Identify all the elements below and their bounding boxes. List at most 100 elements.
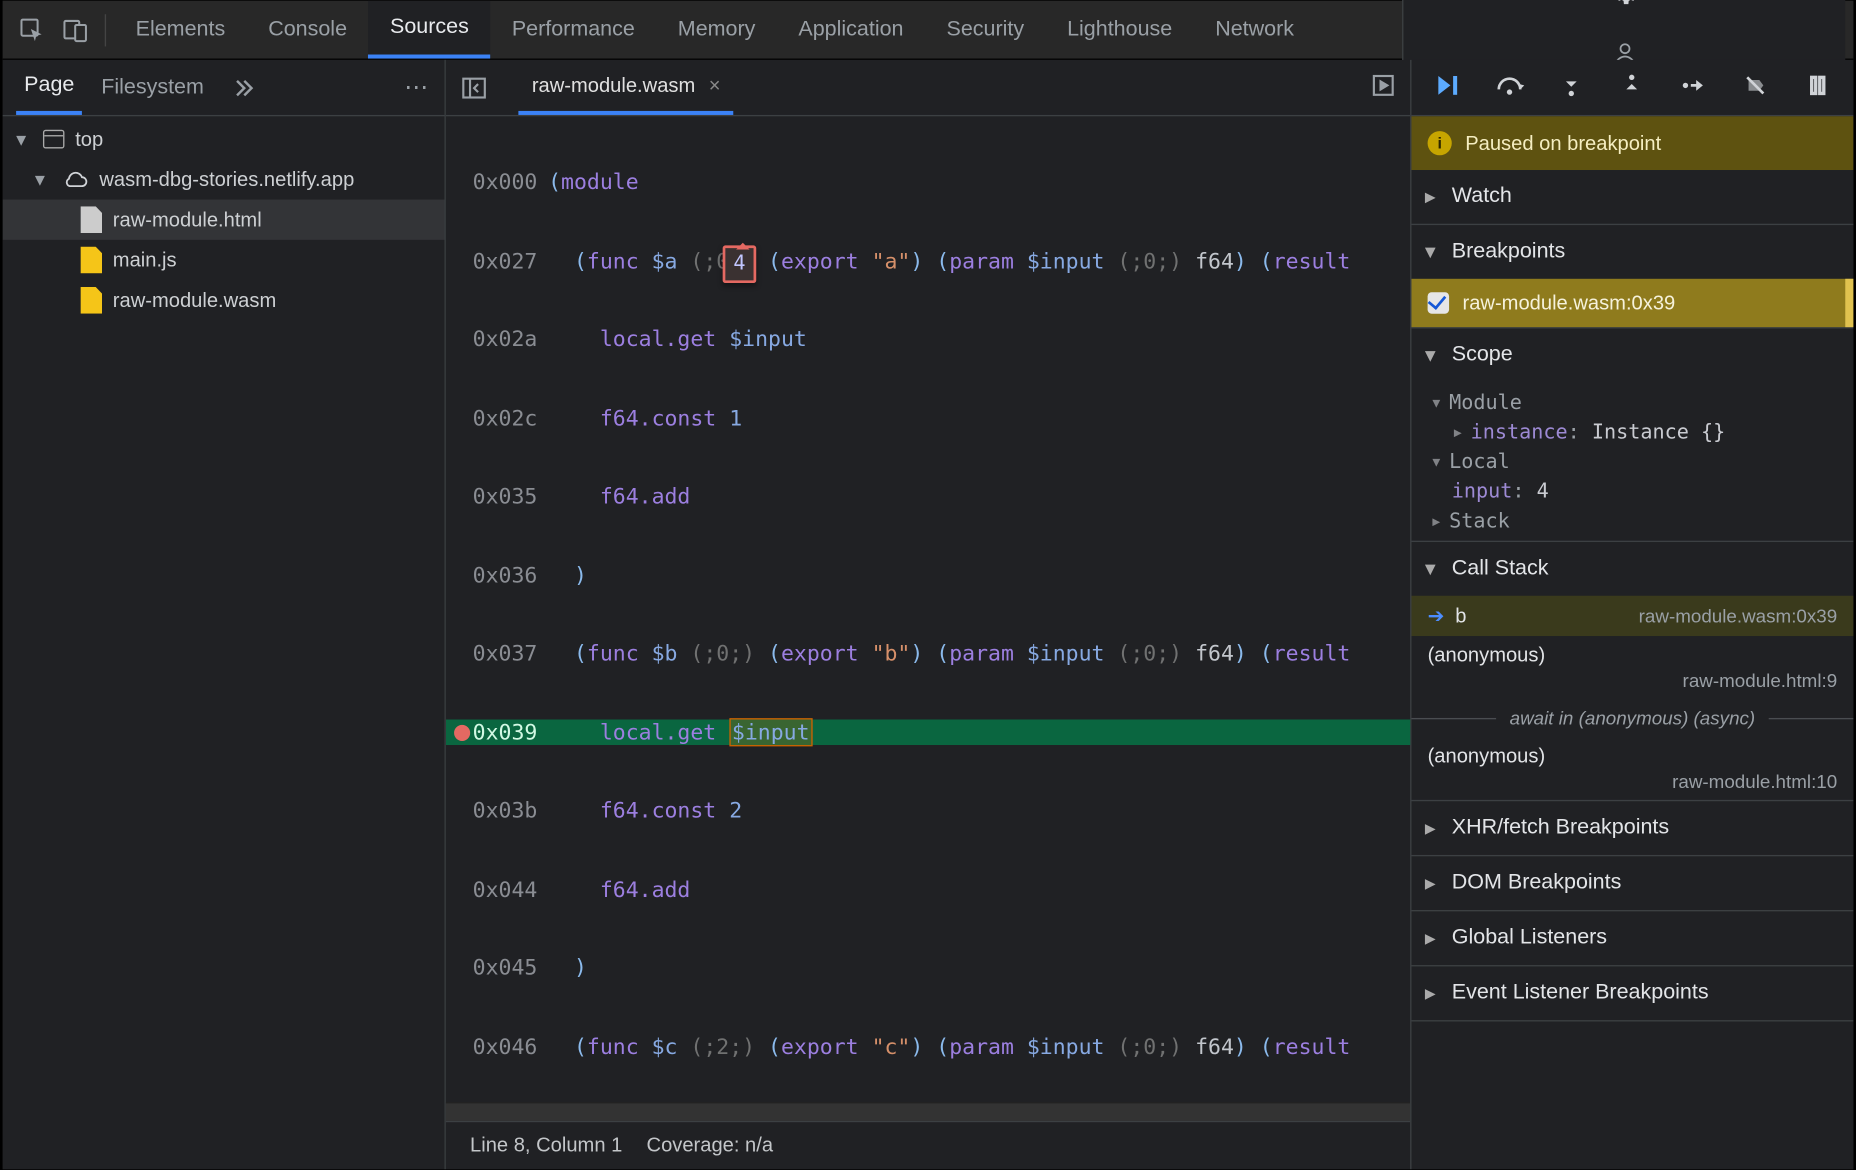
callstack-frame[interactable]: (anonymous) raw-module.html:10 (1411, 737, 1853, 800)
pause-exceptions-button[interactable] (1798, 73, 1836, 103)
info-icon: i (1428, 131, 1452, 155)
paused-message: Paused on breakpoint (1465, 132, 1661, 155)
tree-file-html[interactable]: raw-module.html (3, 200, 445, 240)
scope-stack-header[interactable]: ▸Stack (1411, 506, 1853, 536)
chevron-down-icon: ▾ (1425, 342, 1441, 369)
breakpoint-marker[interactable] (454, 724, 470, 740)
tree-file-js[interactable]: main.js (3, 240, 445, 280)
chevron-down-icon: ▾ (16, 127, 32, 151)
gutter-offset: 0x000 (446, 169, 543, 195)
gutter-offset: 0x037 (446, 640, 543, 666)
device-toolbar-icon[interactable] (54, 8, 97, 51)
gutter-offset: 0x02a (446, 326, 543, 352)
step-into-button[interactable] (1552, 73, 1590, 103)
step-over-button[interactable] (1490, 73, 1528, 103)
editor-tab-label: raw-module.wasm (532, 74, 695, 97)
gutter-offset: 0x027 (446, 247, 543, 273)
breakpoint-item[interactable]: raw-module.wasm:0x39 (1411, 279, 1853, 327)
callstack-frame[interactable]: (anonymous) raw-module.html:9 (1411, 636, 1853, 699)
deactivate-breakpoints-button[interactable] (1737, 73, 1775, 103)
section-dom[interactable]: ▸ DOM Breakpoints (1411, 856, 1853, 910)
step-out-button[interactable] (1614, 73, 1652, 103)
section-dom-label: DOM Breakpoints (1452, 871, 1622, 895)
tab-performance[interactable]: Performance (490, 1, 656, 59)
editor-tab[interactable]: raw-module.wasm × (518, 60, 734, 115)
paused-banner: i Paused on breakpoint (1411, 116, 1853, 170)
tree-file-js-label: main.js (113, 249, 177, 272)
inspect-element-icon[interactable] (11, 8, 54, 51)
section-xhr[interactable]: ▸XHR/fetch Breakpoints (1411, 801, 1853, 855)
gutter-offset: 0x035 (446, 483, 543, 509)
horizontal-scrollbar[interactable] (446, 1102, 1410, 1121)
callstack-fn: (anonymous) (1428, 745, 1546, 768)
scope-instance[interactable]: ▸instance: Instance {} (1411, 417, 1853, 447)
status-position: Line 8, Column 1 (470, 1134, 622, 1157)
code-editor[interactable]: 0x000(module 0x027 (func $a (;0;) (expor… (446, 116, 1410, 1102)
gutter-offset: 0x02c (446, 404, 543, 430)
frame-icon (43, 130, 64, 149)
settings-icon[interactable] (1603, 0, 1646, 15)
callstack-fn: b (1455, 604, 1466, 627)
section-watch[interactable]: ▸ Watch (1411, 170, 1853, 224)
callstack-fn: (anonymous) (1428, 644, 1546, 667)
chevron-right-icon: ▸ (1425, 815, 1441, 842)
section-callstack[interactable]: ▾ Call Stack (1411, 542, 1853, 596)
step-button[interactable] (1675, 73, 1713, 103)
tree-domain-label: wasm-dbg-stories.netlify.app (99, 168, 354, 191)
breakpoint-checkbox[interactable] (1428, 292, 1449, 313)
tab-application[interactable]: Application (777, 1, 925, 59)
chevron-right-icon: ▸ (1425, 980, 1441, 1007)
tab-network[interactable]: Network (1194, 1, 1316, 59)
section-scope[interactable]: ▾ Scope (1411, 328, 1853, 382)
breakpoint-marker-stripe (1845, 279, 1853, 327)
callstack-loc: raw-module.html:9 (1683, 670, 1838, 691)
close-tab-icon[interactable]: × (709, 74, 721, 97)
chevron-down-icon: ▾ (1425, 239, 1441, 266)
tab-elements[interactable]: Elements (114, 1, 247, 59)
gutter-offset: 0x03b (446, 797, 543, 823)
file-icon (81, 247, 102, 274)
gutter-offset: 0x046 (446, 1033, 543, 1059)
scope-local-header[interactable]: ▾Local (1411, 447, 1853, 477)
hover-value-tooltip: 4 (723, 245, 757, 282)
tree-top[interactable]: ▾ top (3, 119, 445, 159)
tab-memory[interactable]: Memory (656, 1, 777, 59)
tree-top-label: top (75, 128, 103, 151)
run-snippet-icon[interactable] (1370, 71, 1397, 103)
section-breakpoints[interactable]: ▾ Breakpoints (1411, 225, 1853, 279)
callstack-loc: raw-module.wasm:0x39 (1639, 605, 1838, 626)
section-watch-label: Watch (1452, 185, 1512, 209)
section-global[interactable]: ▸ Global Listeners (1411, 911, 1853, 965)
chevron-right-icon: ▸ (1425, 183, 1441, 210)
tree-file-wasm-label: raw-module.wasm (113, 289, 276, 312)
nav-tab-page[interactable]: Page (16, 60, 82, 115)
gutter-offset: 0x039 (446, 719, 543, 745)
tab-security[interactable]: Security (925, 1, 1046, 59)
chevron-down-icon: ▾ (1425, 555, 1441, 582)
section-event-label: Event Listener Breakpoints (1452, 981, 1709, 1005)
toggle-navigator-icon[interactable] (454, 67, 494, 107)
section-global-label: Global Listeners (1452, 926, 1607, 950)
chevron-right-icon: ▸ (1425, 925, 1441, 952)
nav-tab-overflow[interactable] (231, 75, 255, 99)
section-event[interactable]: ▸ Event Listener Breakpoints (1411, 966, 1853, 1020)
callstack-loc: raw-module.html:10 (1672, 770, 1837, 791)
section-callstack-label: Call Stack (1452, 557, 1549, 581)
scope-input[interactable]: input: 4 (1411, 476, 1853, 506)
chevron-right-icon: ▸ (1425, 870, 1441, 897)
callstack-frame[interactable]: ➔ b raw-module.wasm:0x39 (1411, 596, 1853, 636)
file-icon (81, 287, 102, 314)
tree-domain[interactable]: ▾ wasm-dbg-stories.netlify.app (3, 159, 445, 199)
tree-file-wasm[interactable]: raw-module.wasm (3, 280, 445, 320)
scope-module-header[interactable]: ▾Module (1411, 388, 1853, 418)
execution-line: 0x039 local.get $input (446, 719, 1410, 745)
resume-button[interactable] (1429, 73, 1467, 103)
callstack-async-divider: await in (anonymous) (async) (1411, 699, 1853, 737)
nav-more-icon[interactable]: ⋯ (404, 73, 431, 101)
tab-sources[interactable]: Sources (369, 1, 491, 59)
tab-console[interactable]: Console (247, 1, 369, 59)
gutter-offset: 0x036 (446, 561, 543, 587)
nav-tab-filesystem[interactable]: Filesystem (93, 60, 212, 115)
chevron-down-icon: ▾ (35, 167, 51, 191)
tab-lighthouse[interactable]: Lighthouse (1046, 1, 1194, 59)
